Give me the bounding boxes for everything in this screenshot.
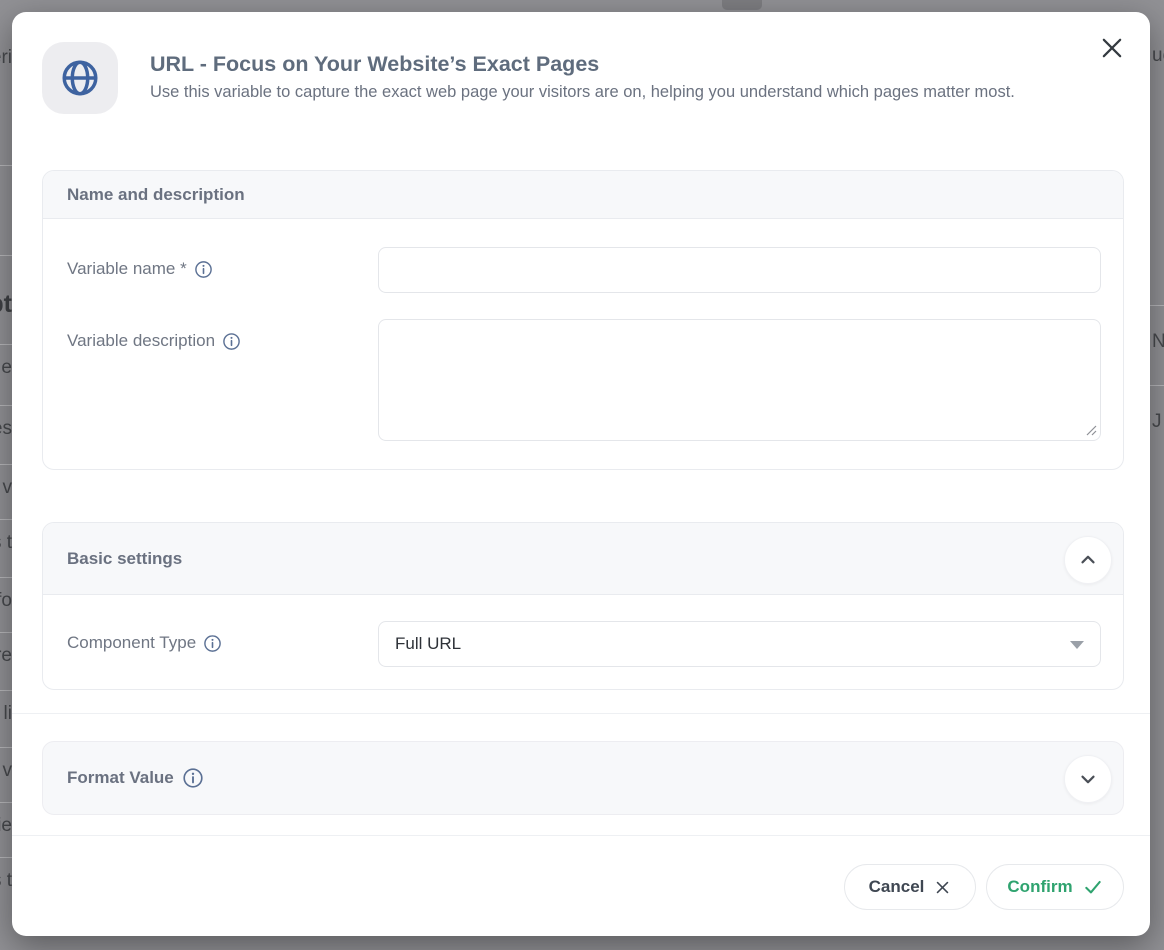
scrollbar-thumb[interactable] xyxy=(722,0,762,10)
variable-description-label: Variable description xyxy=(67,331,241,351)
modal-description: Use this variable to capture the exact w… xyxy=(150,82,1095,104)
confirm-check-icon xyxy=(1083,877,1103,897)
info-icon[interactable] xyxy=(182,767,204,789)
screen: eri pt s e es s v s t fo re s li s v ie … xyxy=(0,0,1164,950)
background-text: fo xyxy=(0,590,12,612)
variable-name-input[interactable] xyxy=(378,247,1101,293)
background-text: pt xyxy=(0,290,12,319)
background-text: s t xyxy=(0,870,12,892)
variable-description-textarea[interactable] xyxy=(378,319,1101,441)
chevron-up-icon xyxy=(1077,549,1099,571)
section-header: Name and description xyxy=(43,171,1123,219)
section-title: Format Value xyxy=(67,767,204,789)
section-title: Name and description xyxy=(67,185,245,205)
section-basic-settings: Basic settings Component Type Full xyxy=(42,522,1124,690)
section-format-value: Format Value xyxy=(42,741,1124,815)
confirm-button[interactable]: Confirm xyxy=(986,864,1124,910)
variable-icon-tile xyxy=(42,42,118,114)
background-text: s t xyxy=(0,532,12,554)
component-type-label: Component Type xyxy=(67,633,222,653)
cancel-x-icon xyxy=(934,879,951,896)
modal-dialog: URL - Focus on Your Website’s Exact Page… xyxy=(12,12,1150,936)
info-icon[interactable] xyxy=(203,634,222,653)
background-text: eri xyxy=(0,47,12,69)
background-text: N xyxy=(1152,331,1164,353)
background-text: ue xyxy=(1152,45,1164,67)
collapse-section-button[interactable] xyxy=(1064,536,1112,584)
divider xyxy=(12,713,1150,714)
background-text: s v xyxy=(0,477,12,499)
info-icon[interactable] xyxy=(222,332,241,351)
background-text: s v xyxy=(0,760,12,782)
cancel-button[interactable]: Cancel xyxy=(844,864,976,910)
section-title: Basic settings xyxy=(67,549,182,569)
info-icon[interactable] xyxy=(194,260,213,279)
divider xyxy=(12,835,1150,836)
modal-title: URL - Focus on Your Website’s Exact Page… xyxy=(150,52,599,77)
background-text: es xyxy=(0,418,12,440)
globe-icon xyxy=(58,56,102,100)
close-button[interactable] xyxy=(1096,32,1128,64)
expand-section-button[interactable] xyxy=(1064,755,1112,803)
variable-name-label: Variable name * xyxy=(67,259,213,279)
background-text: re xyxy=(0,645,12,667)
background-text: J xyxy=(1152,411,1162,433)
chevron-down-icon xyxy=(1077,768,1099,790)
close-icon xyxy=(1098,34,1126,62)
background-text: s e xyxy=(0,357,12,379)
select-value: Full URL xyxy=(395,634,461,654)
component-type-select[interactable]: Full URL xyxy=(378,621,1101,667)
section-name-and-description: Name and description Variable name * Var… xyxy=(42,170,1124,470)
background-text: s li xyxy=(0,703,12,725)
section-header: Basic settings xyxy=(43,523,1123,595)
background-text: ie xyxy=(0,815,12,837)
textarea-resize-handle[interactable] xyxy=(1084,423,1097,436)
dropdown-caret-icon xyxy=(1070,641,1084,649)
